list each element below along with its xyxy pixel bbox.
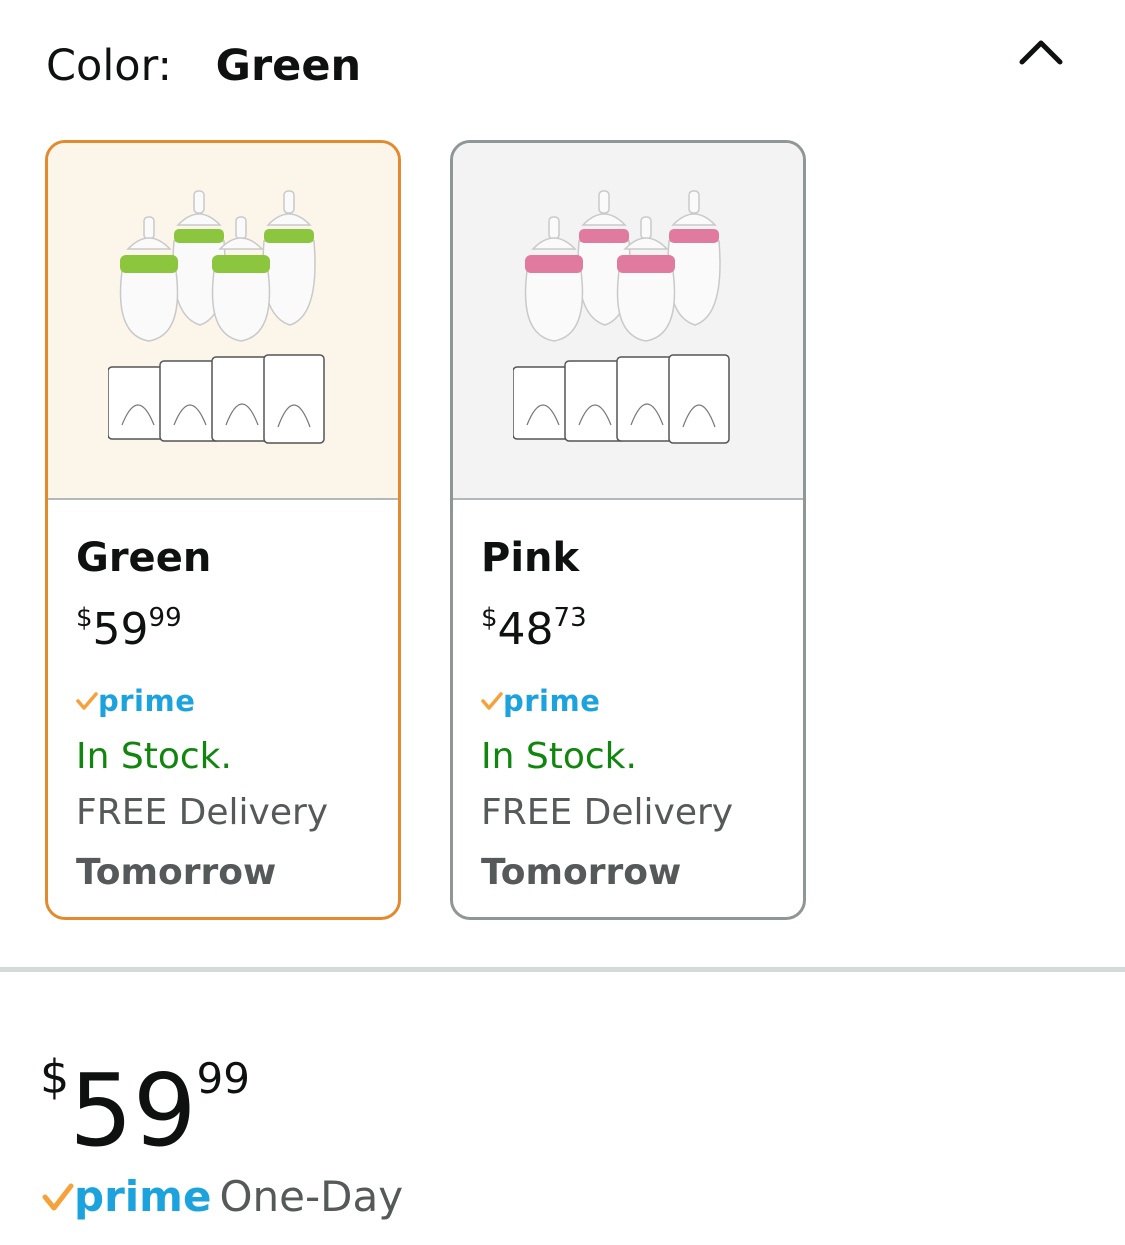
swatch-info: Pink $4873 prime In Stock. FREE Delivery… bbox=[453, 500, 803, 895]
price-whole: 48 bbox=[497, 604, 554, 655]
swatch-name: Pink bbox=[481, 535, 580, 581]
prime-check-icon bbox=[481, 692, 503, 710]
baby-bottles-image bbox=[108, 190, 325, 444]
price-symbol: $ bbox=[40, 1050, 70, 1104]
delivery-text: FREE Delivery bbox=[481, 792, 734, 833]
section-divider bbox=[0, 967, 1125, 972]
selected-color-value: Green bbox=[215, 41, 362, 91]
swatch-pink[interactable]: Pink $4873 prime In Stock. FREE Delivery… bbox=[450, 140, 806, 920]
main-price: $5999 bbox=[40, 1022, 250, 1195]
prime-label: prime bbox=[74, 1172, 212, 1221]
swatch-green[interactable]: Green $5999 prime In Stock. FREE Deliver… bbox=[45, 140, 401, 920]
swatch-image bbox=[453, 143, 803, 500]
color-header: Color: Green bbox=[46, 38, 361, 94]
baby-bottles-image bbox=[513, 190, 730, 444]
prime-badge: prime bbox=[481, 681, 803, 721]
price-whole: 59 bbox=[92, 604, 149, 655]
price-fraction: 99 bbox=[148, 603, 182, 633]
prime-badge: prime bbox=[76, 681, 398, 721]
swatch-price: $5999 bbox=[76, 590, 398, 667]
shipping-speed: One-Day bbox=[219, 1172, 404, 1221]
stock-status: In Stock. bbox=[481, 736, 637, 777]
swatch-price: $4873 bbox=[481, 590, 803, 667]
delivery-day: Tomorrow bbox=[481, 852, 682, 893]
price-fraction: 73 bbox=[553, 603, 587, 633]
stock-status: In Stock. bbox=[76, 736, 232, 777]
price-symbol: $ bbox=[76, 603, 93, 633]
price-symbol: $ bbox=[481, 603, 498, 633]
prime-check-icon bbox=[76, 692, 98, 710]
color-label: Color: bbox=[46, 41, 172, 91]
swatch-image bbox=[48, 143, 398, 500]
prime-check-icon bbox=[42, 1183, 74, 1210]
prime-label: prime bbox=[98, 684, 196, 718]
prime-label: prime bbox=[503, 684, 601, 718]
chevron-up-icon bbox=[1019, 40, 1063, 65]
swatch-info: Green $5999 prime In Stock. FREE Deliver… bbox=[48, 500, 398, 895]
collapse-button[interactable] bbox=[1006, 26, 1076, 82]
price-whole: 59 bbox=[69, 1052, 197, 1169]
delivery-text: FREE Delivery bbox=[76, 792, 329, 833]
swatch-name: Green bbox=[76, 535, 212, 581]
delivery-day: Tomorrow bbox=[76, 852, 277, 893]
price-fraction: 99 bbox=[196, 1054, 250, 1103]
prime-shipping: prime One-Day bbox=[42, 1172, 403, 1221]
